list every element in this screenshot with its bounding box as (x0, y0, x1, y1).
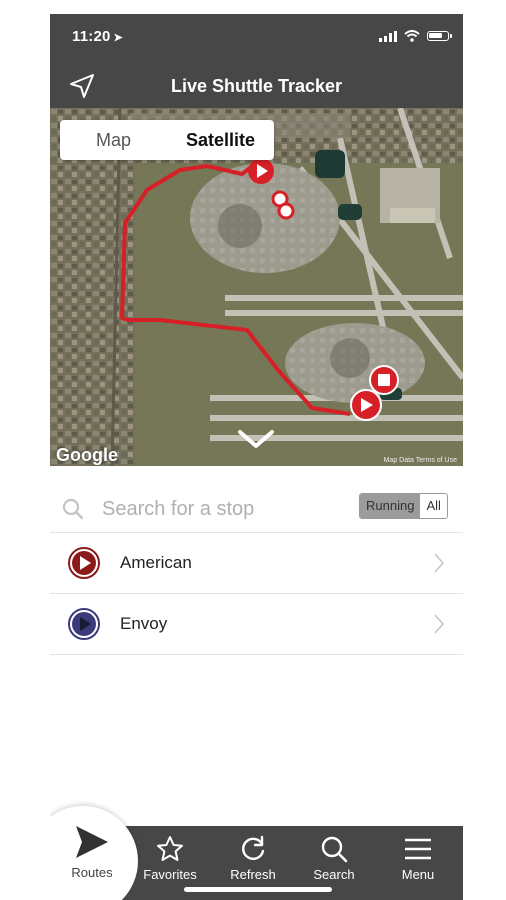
map-legal-links[interactable]: Map Data Terms of Use (384, 457, 457, 464)
page-title: Live Shuttle Tracker (170, 76, 343, 96)
tab-label: Favorites (143, 867, 197, 882)
location-arrow-icon: ➤ (113, 32, 123, 44)
status-time: 11:20 ➤ (72, 28, 123, 45)
route-name: Envoy (120, 614, 168, 633)
map-type-segmented-control[interactable]: Map Satellite (60, 120, 274, 160)
tab-refresh[interactable]: Refresh (213, 834, 293, 882)
tab-label: Menu (401, 867, 435, 882)
running-all-toggle[interactable]: Running All (359, 493, 448, 519)
app-screen: 11:20 ➤ Live Shuttle Tracker Map Satelli… (50, 14, 463, 900)
header-bar: 11:20 ➤ Live Shuttle Tracker (50, 14, 463, 108)
tab-label: Routes (71, 865, 113, 880)
route-stop-marker[interactable] (277, 202, 295, 220)
envoy-route-icon (68, 608, 100, 640)
tab-label: Search (313, 867, 355, 882)
route-list: American Envoy (50, 532, 463, 655)
routes-tab-content: Routes (62, 822, 122, 880)
segment-satellite[interactable]: Satellite (167, 130, 274, 151)
search-icon (62, 498, 84, 520)
chevron-right-icon (434, 553, 445, 573)
chevron-right-icon (434, 614, 445, 634)
tab-routes[interactable]: Routes (50, 806, 138, 900)
filter-running[interactable]: Running (360, 494, 421, 518)
search-icon (321, 836, 348, 863)
google-attribution: Google (56, 445, 118, 465)
route-name: American (120, 553, 192, 572)
refresh-icon (242, 835, 265, 860)
signal-icon (379, 30, 397, 42)
wifi-icon (404, 30, 420, 42)
route-row-american[interactable]: American (50, 532, 463, 593)
routes-play-icon (76, 826, 108, 858)
home-indicator[interactable] (184, 887, 332, 892)
route-row-envoy[interactable]: Envoy (50, 593, 463, 655)
collapse-map-chevron-icon[interactable] (236, 428, 276, 450)
search-stop-input[interactable] (102, 498, 342, 521)
tab-favorites[interactable]: Favorites (130, 834, 210, 882)
menu-icon (405, 838, 431, 860)
tab-menu[interactable]: Menu (378, 834, 458, 882)
satellite-map[interactable]: Map Satellite Google Map Data Terms of U… (50, 108, 463, 466)
segment-map[interactable]: Map (60, 130, 167, 151)
status-icons (379, 30, 452, 42)
clock: 11:20 (72, 28, 111, 45)
map-imagery (50, 108, 463, 466)
star-icon (157, 836, 183, 861)
tab-search[interactable]: Search (294, 834, 374, 882)
american-route-icon (68, 547, 100, 579)
battery-icon (427, 31, 452, 41)
filter-all[interactable]: All (420, 494, 447, 518)
stop-search-bar: Running All (50, 488, 463, 532)
tab-label: Refresh (230, 867, 276, 882)
